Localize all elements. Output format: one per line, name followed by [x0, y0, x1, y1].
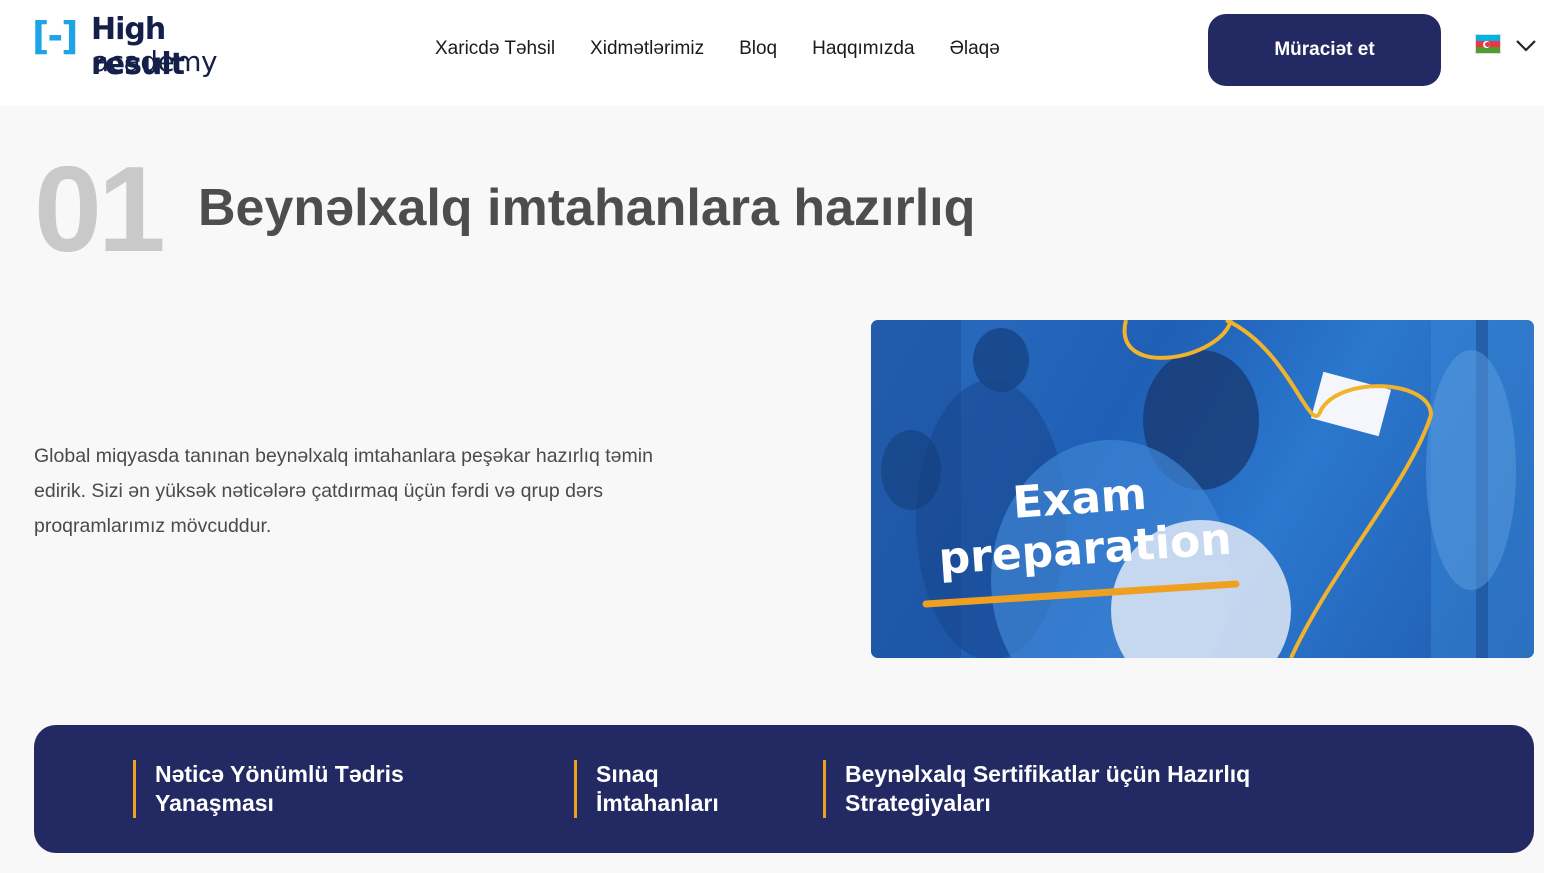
- nav-item-about[interactable]: Haqqımızda: [812, 38, 914, 64]
- nav-item-blog[interactable]: Bloq: [739, 38, 777, 64]
- language-selector[interactable]: [1475, 34, 1537, 56]
- section-number: 01: [34, 141, 166, 277]
- nav-item-study-abroad[interactable]: Xaricdə Təhsil: [435, 38, 555, 64]
- section-description: Global miqyasda tanınan beynəlxalq imtah…: [34, 445, 653, 537]
- feature-certificate-strategies: Beynəlxalq Sertifikatlar üçün Hazırlıq S…: [823, 760, 1303, 818]
- features-banner: Nəticə Yönümlü Tədris Yanaşması Sınaq İm…: [34, 725, 1534, 853]
- azerbaijan-flag-icon: [1475, 34, 1501, 54]
- logo-text-line2: academy: [92, 45, 218, 78]
- section-title: Beynəlxalq imtahanlara hazırlıq: [198, 179, 976, 237]
- logo-mark: [-]: [32, 14, 78, 58]
- nav-item-contact[interactable]: Əlaqə: [950, 38, 1000, 64]
- logo[interactable]: [-] High result academy: [32, 12, 262, 84]
- apply-button[interactable]: Müraciət et: [1208, 14, 1441, 86]
- exam-preparation-image: Exam preparation: [871, 320, 1534, 658]
- main-nav: Xaricdə Təhsil Xidmətlərimiz Bloq Haqqım…: [435, 38, 1035, 64]
- site-header: [-] High result academy Xaricdə Təhsil X…: [0, 0, 1544, 106]
- feature-results-oriented: Nəticə Yönümlü Tədris Yanaşması: [133, 760, 463, 818]
- hero-illustration: [871, 320, 1534, 658]
- chevron-down-icon: [1516, 40, 1536, 52]
- nav-item-services[interactable]: Xidmətlərimiz: [590, 38, 704, 64]
- feature-mock-exams: Sınaq İmtahanları: [574, 760, 774, 818]
